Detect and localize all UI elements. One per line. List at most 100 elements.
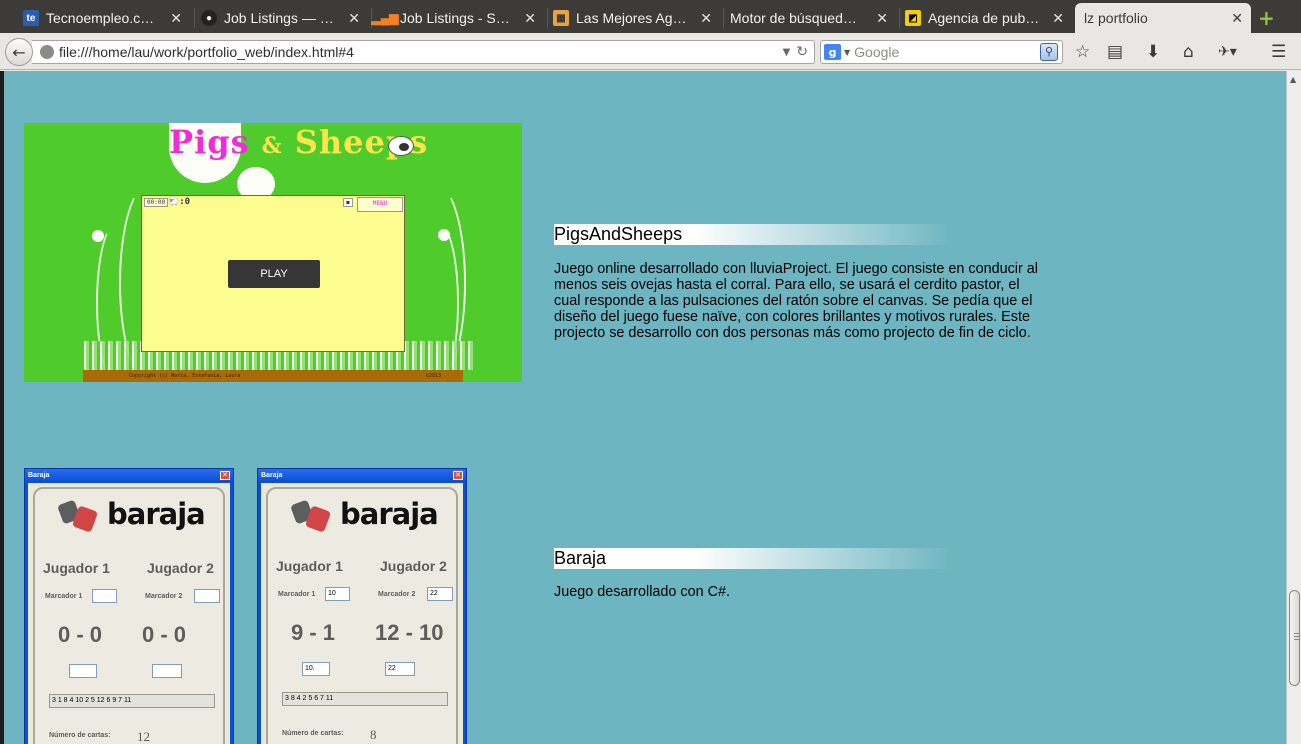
close-tab-icon[interactable]: ✕ [170, 10, 182, 27]
close-tab-icon[interactable]: ✕ [1052, 10, 1064, 27]
score-player2: 0 - 0 [142, 622, 187, 647]
sheep-counter: 🐑:0 [168, 197, 191, 207]
addon-icon[interactable]: ✈▾ [1218, 42, 1237, 62]
sound-icon: ◼ [343, 198, 353, 207]
player2-label: Jugador 2 [147, 560, 214, 576]
agency-icon: ◩ [905, 10, 921, 26]
baraja-logo-icon [57, 494, 100, 534]
marker1-field [92, 589, 117, 603]
input-player1: 10. [302, 662, 330, 676]
close-tab-icon[interactable]: ✕ [700, 10, 712, 27]
input-player1 [69, 664, 97, 678]
project-heading: PigsAndSheeps [554, 224, 954, 245]
engine-dropdown-icon[interactable]: ▼ [844, 48, 850, 57]
menu-icon[interactable]: ☰ [1271, 42, 1286, 62]
close-tab-icon[interactable]: ✕ [348, 10, 360, 27]
search-icon[interactable]: ⚲ [1040, 43, 1058, 61]
navigation-bar: file:///home/lau/work/portfolio_web/inde… [0, 33, 1301, 70]
score-player1: 0 - 0 [58, 622, 103, 647]
score-player1: 9 - 1 [291, 620, 336, 645]
window-title: Baraja [25, 469, 233, 482]
tab-stackoverflow-jobs[interactable]: ▂▄▆ Job Listings - S… ✕ [372, 3, 544, 33]
brand-text: baraja [340, 497, 439, 531]
timer: 00:00 [144, 198, 169, 207]
window-title: Baraja [258, 469, 466, 482]
stackoverflow-icon: ▂▄▆ [371, 11, 399, 25]
page-content: Pigs & Sheeps 00:00 🐑:0 ◼ MENU PLAY Copy… [0, 71, 1286, 744]
marker1-label: Marcador 1 [278, 591, 316, 598]
baraja-window-screenshot: Baraja ✕ baraja Jugador 1 Jugador 2 Marc… [257, 468, 467, 744]
close-tab-icon[interactable]: ✕ [524, 10, 536, 27]
marker2-field [194, 589, 220, 603]
tab-github-jobs[interactable]: ● Job Listings — … ✕ [196, 3, 368, 33]
google-icon[interactable]: g [824, 44, 841, 60]
marker1-field: 10 [325, 587, 350, 601]
back-button[interactable]: ← [5, 38, 33, 66]
vertical-scrollbar[interactable]: ▲ [1286, 71, 1301, 744]
tab-title: Job Listings - S… [400, 10, 510, 26]
tab-title: Agencia de pub… [928, 10, 1040, 26]
cards-label: Número de cartas: [282, 730, 344, 737]
search-bar[interactable]: g ▼ Google ⚲ [820, 40, 1063, 64]
downloads-icon[interactable]: ⬇ [1146, 42, 1160, 62]
tab-title: lz portfolio [1084, 10, 1148, 26]
baraja-window-screenshot: Baraja ✕ baraja Jugador 1 Jugador 2 Marc… [24, 468, 234, 744]
flower-icon [438, 229, 450, 241]
cards-label: Número de cartas: [49, 732, 111, 739]
scroll-thumb[interactable] [1289, 590, 1300, 686]
sheep-head [399, 143, 409, 151]
scroll-up-icon[interactable]: ▲ [1290, 75, 1296, 84]
close-icon: ✕ [220, 471, 230, 480]
search-placeholder[interactable]: Google [854, 44, 1040, 60]
score-player2: 12 - 10 [375, 620, 444, 645]
tab-mejores-agencias[interactable]: ▦ Las Mejores Ag… ✕ [548, 3, 720, 33]
url-bar[interactable]: file:///home/lau/work/portfolio_web/inde… [32, 40, 815, 64]
project-heading: Baraja [554, 548, 954, 569]
project-description: Juego desarrollado con C#. [554, 584, 730, 600]
url-text[interactable]: file:///home/lau/work/portfolio_web/inde… [59, 44, 783, 60]
tab-title: Las Mejores Ag… [576, 10, 687, 26]
player1-label: Jugador 1 [43, 560, 110, 576]
tab-title: Motor de búsqued… [730, 10, 857, 26]
card-sequence: 3 8 4 2 5 6 7 11 [282, 692, 448, 706]
close-icon: ✕ [453, 471, 463, 480]
bookmark-star-icon[interactable]: ☆ [1075, 42, 1090, 62]
cards-value: 12 [137, 729, 150, 744]
back-arrow-icon: ← [12, 42, 26, 62]
marker2-label: Marcador 2 [378, 591, 416, 598]
tab-title: Job Listings — … [224, 10, 334, 26]
brand-text: baraja [107, 497, 206, 531]
project-description: Juego online desarrollado con lluviaProj… [554, 261, 1038, 341]
tab-lz-portfolio[interactable]: lz portfolio ✕ [1075, 3, 1251, 33]
history-dropdown-icon[interactable]: ▼ [783, 47, 791, 58]
marker2-label: Marcador 2 [145, 593, 183, 600]
card-sequence: 3 1 8 4 10 2 5 12 6 9 7 11 [49, 694, 215, 708]
marker1-label: Marcador 1 [45, 593, 83, 600]
play-button: PLAY [228, 260, 320, 288]
new-tab-button[interactable]: + [1258, 6, 1275, 30]
home-icon[interactable]: ⌂ [1183, 42, 1194, 62]
page-icon: ▦ [553, 10, 569, 26]
tab-strip: te Tecnoempleo.c… ✕ ● Job Listings — … ✕… [0, 0, 1301, 33]
github-icon: ● [201, 10, 217, 26]
tab-motor-busqueda[interactable]: Motor de búsqued… ✕ [724, 3, 896, 33]
close-tab-icon[interactable]: ✕ [876, 10, 888, 27]
player1-label: Jugador 1 [276, 558, 343, 574]
reload-icon[interactable]: ↻ [796, 44, 808, 60]
baraja-logo-icon [290, 494, 333, 534]
flower-icon [92, 230, 104, 242]
game-board: 00:00 🐑:0 ◼ MENU PLAY [141, 195, 405, 352]
menu-button: MENU [357, 197, 403, 212]
pigs-and-sheeps-screenshot: Pigs & Sheeps 00:00 🐑:0 ◼ MENU PLAY Copy… [24, 123, 522, 382]
ground-bar: Copyright (c) María, Estefanía, Laura ©2… [83, 370, 463, 382]
marker2-field: 22 [427, 587, 453, 601]
tab-agencia-publicidad[interactable]: ◩ Agencia de pub… ✕ [900, 3, 1072, 33]
tecnoempleo-icon: te [23, 10, 39, 26]
cards-value: 8 [370, 727, 377, 742]
close-tab-icon[interactable]: ✕ [1231, 10, 1243, 27]
tab-title: Tecnoempleo.c… [46, 10, 155, 26]
globe-icon [40, 45, 54, 59]
bookmarks-list-icon[interactable]: ▤ [1107, 42, 1123, 62]
input-player2: 22 [385, 662, 415, 676]
tab-tecnoempleo[interactable]: te Tecnoempleo.c… ✕ [18, 3, 190, 33]
